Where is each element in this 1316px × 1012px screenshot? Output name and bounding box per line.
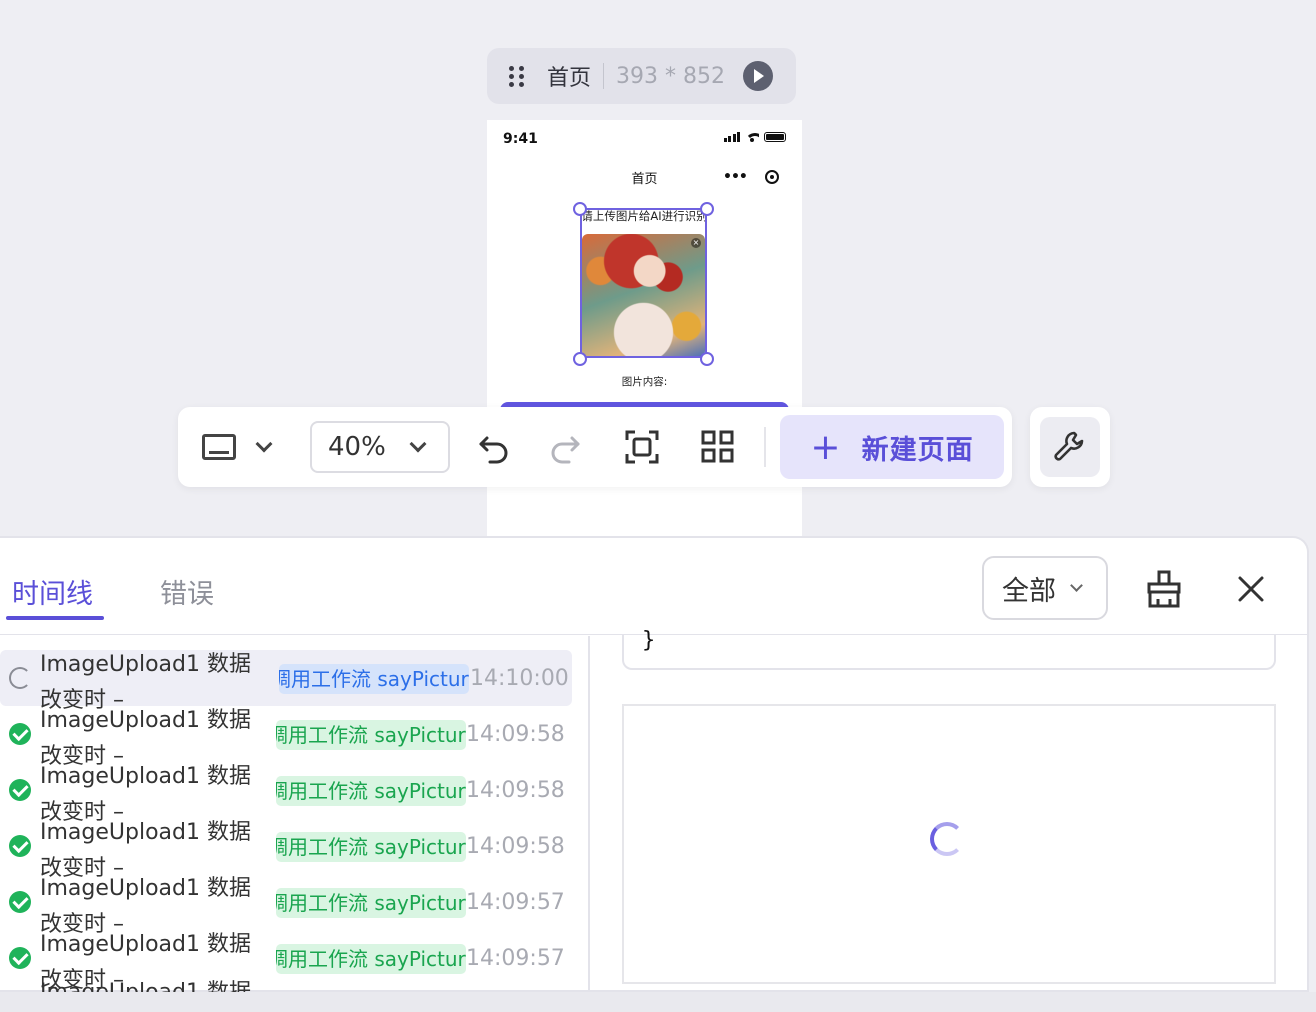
event-time: 14:09:58 — [466, 834, 565, 859]
list-item[interactable]: ImageUpload1 数据改变时 – 调用工作流 sayPicture 14… — [0, 650, 572, 713]
chevron-down-icon — [255, 435, 273, 453]
tab-timeline[interactable]: 时间线 — [12, 572, 93, 611]
debug-panel: 时间线 错误 全部 ImageUpload1 数据改变时 – 调用工作流 say… — [0, 536, 1309, 992]
success-icon — [9, 779, 31, 801]
chevron-down-icon — [409, 435, 427, 453]
wrench-icon — [1054, 431, 1084, 461]
action-tag: 调用工作流 sayPicture — [276, 888, 466, 918]
event-time: 14:09:58 — [466, 722, 565, 747]
action-tag: 调用工作流 sayPicture — [276, 776, 466, 806]
success-icon — [9, 723, 31, 745]
pending-icon — [9, 667, 31, 689]
scroll-track — [0, 992, 1316, 1012]
filter-select[interactable]: 全部 — [982, 556, 1108, 620]
list-item[interactable]: ImageUpload1 数据改变时 – 调用工作流 sayPicture 14… — [0, 762, 572, 825]
chevron-down-icon — [1070, 579, 1083, 592]
list-item[interactable]: ImageUpload1 数据改变时 – 调用工作流 sayPicture 14… — [0, 818, 572, 881]
event-time: 14:10:00 — [470, 666, 569, 691]
image-caption: 图片内容: — [621, 376, 668, 388]
undo-icon[interactable] — [476, 429, 512, 465]
clear-log-icon[interactable] — [1146, 570, 1182, 608]
close-icon[interactable] — [1236, 574, 1266, 604]
event-time: 14:09:58 — [466, 778, 565, 803]
preview-play-icon[interactable] — [742, 61, 773, 91]
divider — [603, 63, 605, 89]
event-name: ImageUpload1 数据改变时 – — [40, 820, 251, 881]
list-item[interactable]: ImageUpload1 数据 — [0, 978, 572, 992]
json-viewer: } — [622, 628, 1276, 670]
plus-icon: + — [810, 426, 842, 468]
action-tag: 调用工作流 sayPicture — [276, 944, 466, 974]
battery-icon — [764, 132, 786, 142]
device-icon — [202, 434, 236, 460]
signal-icon — [723, 132, 740, 142]
resize-handle[interactable] — [573, 352, 587, 366]
action-tag: 调用工作流 sayPicture — [279, 664, 469, 694]
event-time: 14:09:57 — [466, 890, 565, 915]
page-indicator: 首页 393 * 852 — [487, 48, 796, 104]
tab-errors[interactable]: 错误 — [160, 572, 214, 611]
action-tag: 调用工作流 sayPicture — [276, 832, 466, 862]
event-time: 14:09:57 — [466, 946, 565, 971]
action-tag: 调用工作流 sayPicture — [276, 720, 466, 750]
redo-icon[interactable] — [547, 429, 583, 465]
mini-program-capsule[interactable]: ••• — [714, 164, 788, 190]
list-item[interactable]: ImageUpload1 数据改变时 – 调用工作流 sayPicture 14… — [0, 874, 572, 937]
resize-handle[interactable] — [700, 202, 714, 216]
timeline-list: ImageUpload1 数据改变时 – 调用工作流 sayPicture 14… — [0, 636, 588, 992]
event-name: ImageUpload1 数据改变时 – — [40, 764, 251, 825]
resize-handle[interactable] — [573, 202, 587, 216]
divider — [588, 636, 590, 992]
more-icon[interactable]: ••• — [723, 169, 748, 185]
page-size: 393 * 852 — [616, 63, 725, 89]
resize-handle[interactable] — [700, 352, 714, 366]
wifi-icon — [745, 132, 759, 142]
event-name: ImageUpload1 数据 — [40, 975, 270, 992]
tools-panel — [1030, 407, 1110, 487]
event-name: ImageUpload1 数据改变时 – — [40, 708, 251, 769]
success-icon — [9, 835, 31, 857]
grid-icon[interactable] — [700, 429, 736, 465]
filter-value: 全部 — [1002, 575, 1056, 607]
new-page-label: 新建页面 — [861, 434, 974, 466]
capsule-close-icon[interactable] — [764, 170, 779, 184]
status-time: 9:41 — [503, 131, 538, 147]
drag-handle-icon[interactable] — [509, 64, 529, 88]
new-page-button[interactable]: + 新建页面 — [780, 415, 1004, 479]
success-icon — [9, 891, 31, 913]
device-select[interactable] — [202, 429, 286, 465]
page-name: 首页 — [547, 66, 592, 91]
status-icons — [723, 132, 786, 142]
event-name: ImageUpload1 数据改变时 – — [40, 876, 251, 937]
zoom-value: 40% — [328, 432, 386, 462]
loading-spinner-icon — [930, 822, 964, 856]
selection-box[interactable] — [580, 208, 707, 358]
detail-content — [622, 704, 1276, 984]
tools-button[interactable] — [1040, 417, 1100, 477]
json-text: } — [642, 628, 656, 653]
success-icon — [9, 947, 31, 969]
event-name: ImageUpload1 数据改变时 – — [40, 652, 251, 713]
list-item[interactable]: ImageUpload1 数据改变时 – 调用工作流 sayPicture 14… — [0, 706, 572, 769]
zoom-select[interactable]: 40% — [310, 421, 450, 473]
divider — [764, 427, 766, 467]
fit-screen-icon[interactable] — [624, 429, 660, 465]
active-tab-indicator — [6, 616, 104, 620]
canvas-toolbar: 40% + 新建页面 — [178, 407, 1012, 487]
